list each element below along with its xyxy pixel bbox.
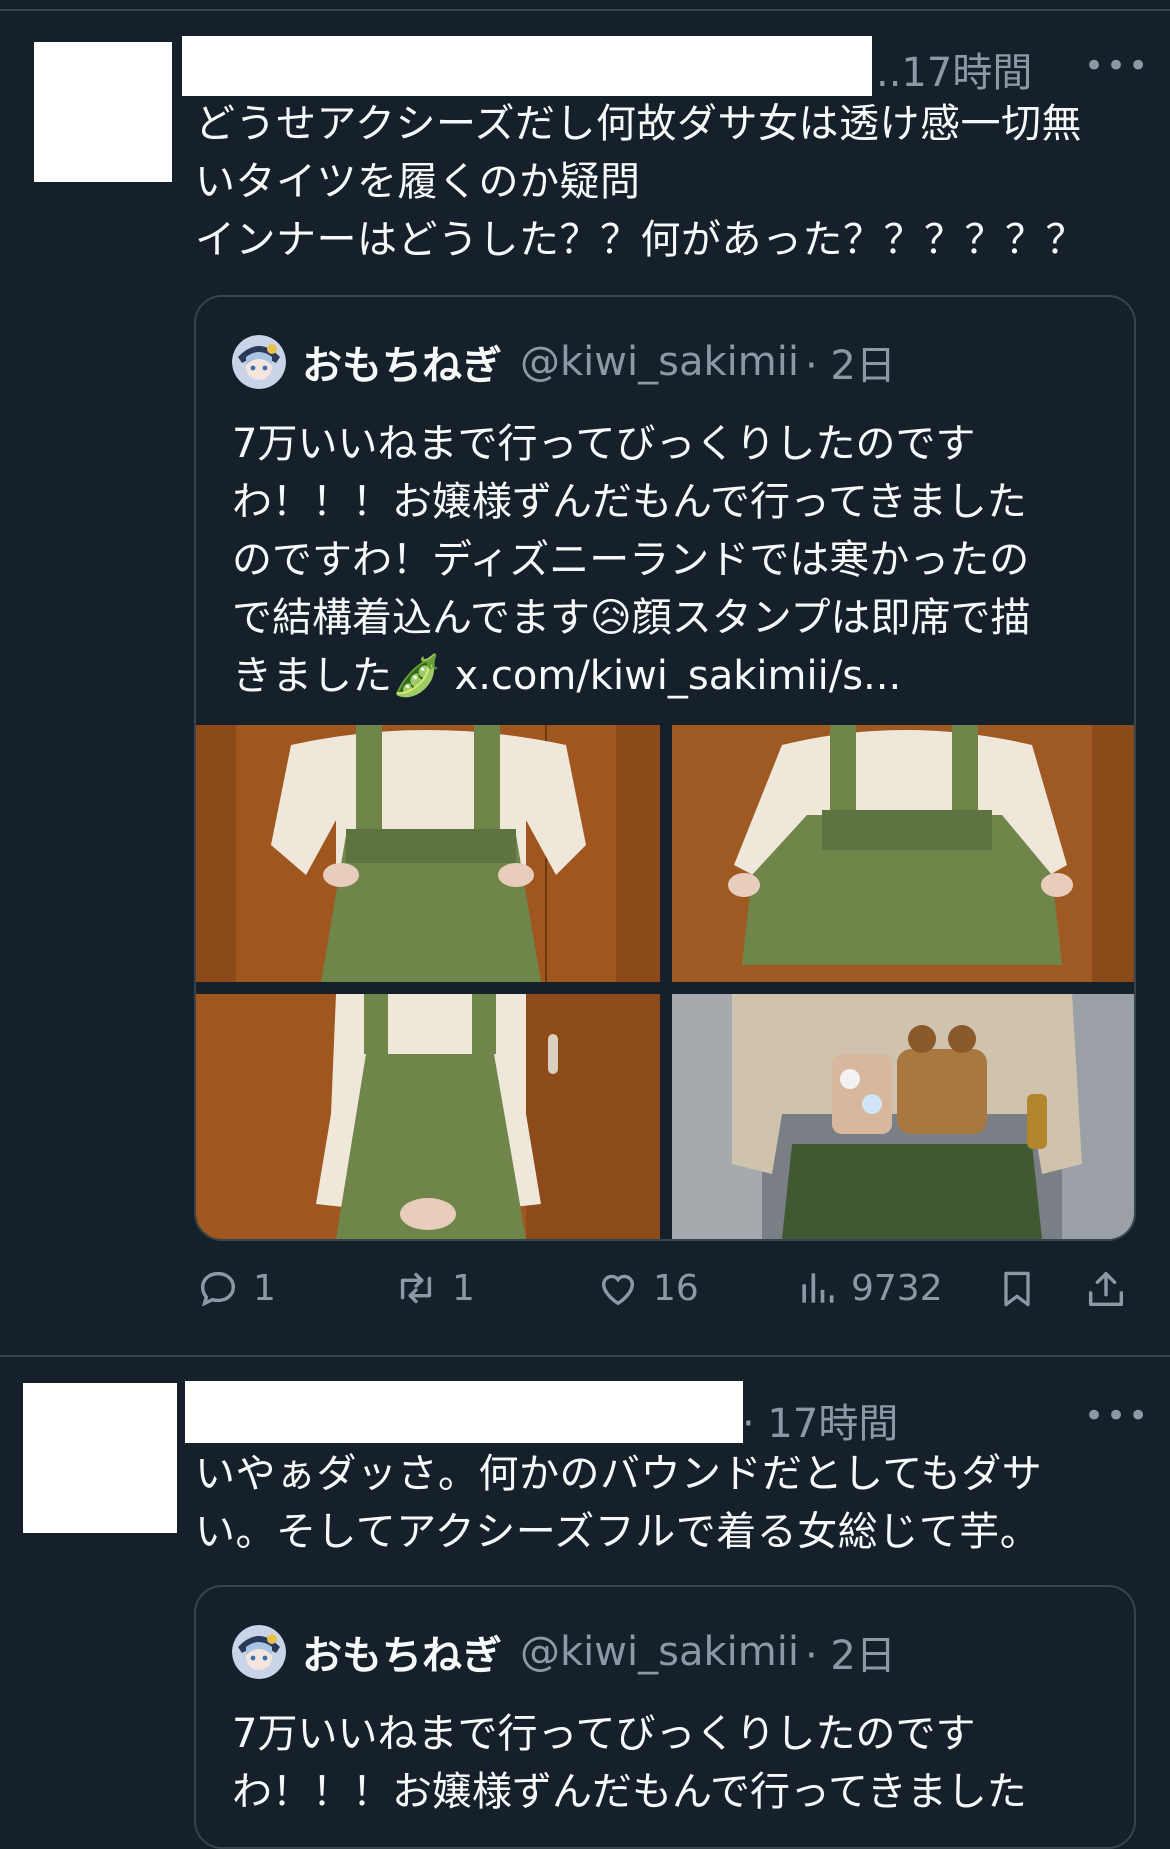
reply-button[interactable]: 1 (195, 1265, 276, 1311)
tweet-timestamp[interactable]: · 17時間 (742, 1391, 898, 1449)
quoted-tweet[interactable]: おもちねぎ @kiwi_sakimii · 2日 7万いいねまで行ってびっくりし… (194, 295, 1136, 1241)
media-photo[interactable] (196, 725, 660, 982)
bookmark-button[interactable] (995, 1265, 1051, 1313)
media-photo[interactable] (672, 725, 1136, 982)
retweet-icon (400, 1272, 432, 1304)
like-count: 16 (653, 1267, 699, 1309)
redacted-avatar[interactable] (23, 1383, 177, 1533)
retweet-count: 1 (452, 1267, 475, 1309)
retweet-button[interactable]: 1 (392, 1265, 475, 1311)
quoted-tweet-text: 7万いいねまで行ってびっくりしたのです わ！！！お嬢様ずんだもんで行ってきました (232, 1711, 1027, 1815)
tweet-text: いやぁダッさ。何かのバウンドだとしてもダサ い。そしてアクシーズフルで着る女総じ… (195, 1451, 1043, 1555)
quoted-author-name[interactable]: おもちねぎ (302, 333, 502, 391)
quoted-author-avatar[interactable] (232, 335, 286, 389)
tweet-divider (0, 1355, 1170, 1357)
media-photo[interactable] (196, 994, 660, 1239)
quoted-tweet-header: おもちねぎ @kiwi_sakimii · 2日 (232, 335, 896, 389)
quoted-tweet-time[interactable]: · 2日 (805, 333, 896, 391)
reply-count: 1 (253, 1267, 276, 1309)
redacted-username[interactable] (185, 1381, 743, 1443)
quoted-author-name[interactable]: おもちねぎ (302, 1623, 502, 1681)
quoted-tweet-header: おもちねぎ @kiwi_sakimii · 2日 (232, 1625, 896, 1679)
redacted-username[interactable] (182, 36, 872, 96)
views-icon (802, 1273, 834, 1303)
reply-icon (200, 1271, 236, 1307)
media-grid (196, 725, 1136, 1239)
share-button[interactable] (1083, 1265, 1141, 1313)
quoted-author-avatar[interactable] (232, 1625, 286, 1679)
more-options-icon[interactable]: ••• (1084, 1396, 1150, 1436)
tweet-actions: 1 1 16 9732 (195, 1265, 1135, 1325)
tweet-text: どうせアクシーズだし何故ダサ女は透け感一切無 いタイツを履くのか疑問 インナーは… (195, 101, 1086, 263)
heart-icon (601, 1274, 635, 1306)
like-button[interactable]: 16 (595, 1265, 699, 1311)
media-photo[interactable] (672, 994, 1136, 1239)
views-button[interactable]: 9732 (795, 1265, 943, 1311)
tweet-timestamp[interactable]: ..17時間 (876, 40, 1032, 98)
quoted-author-handle[interactable]: @kiwi_sakimii (520, 339, 799, 385)
view-count: 9732 (851, 1267, 943, 1309)
top-divider (0, 9, 1170, 11)
bookmark-icon (1004, 1271, 1030, 1307)
more-options-icon[interactable]: ••• (1084, 46, 1150, 86)
redacted-avatar[interactable] (34, 42, 172, 182)
quoted-tweet-text: 7万いいねまで行ってびっくりしたのです わ！！！お嬢様ずんだもんで行ってきました… (232, 421, 1031, 699)
quoted-tweet[interactable]: おもちねぎ @kiwi_sakimii · 2日 7万いいねまで行ってびっくりし… (194, 1585, 1136, 1849)
quoted-tweet-time[interactable]: · 2日 (805, 1623, 896, 1681)
quoted-author-handle[interactable]: @kiwi_sakimii (520, 1629, 799, 1675)
share-icon (1088, 1271, 1124, 1307)
